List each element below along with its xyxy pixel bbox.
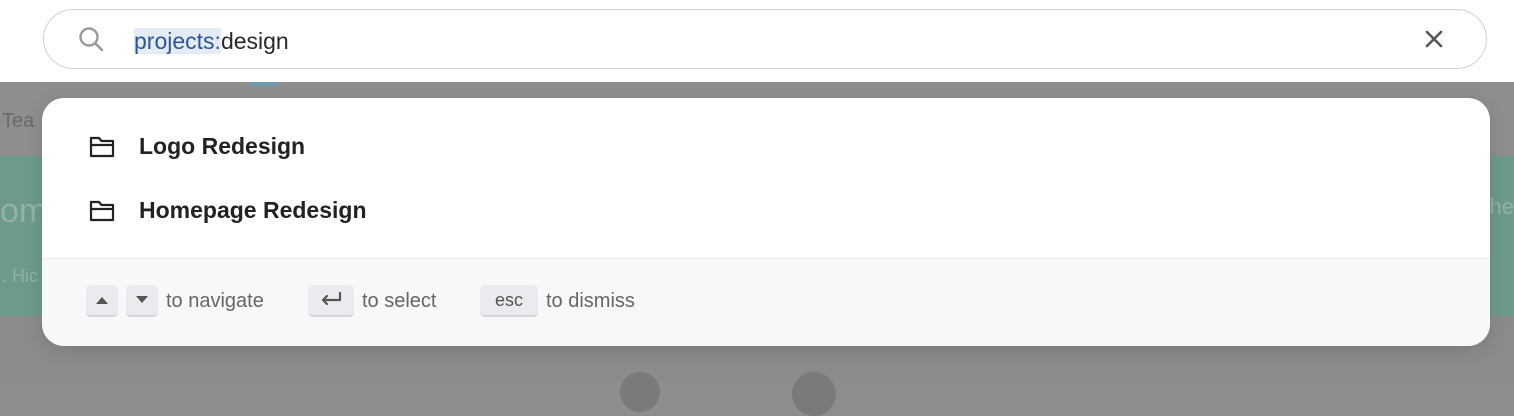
search-filter-token: projects: [134, 28, 221, 54]
search-icon [79, 27, 104, 52]
clear-search-button[interactable] [1422, 27, 1446, 51]
arrow-down-key [126, 285, 158, 317]
search-term: design [220, 28, 289, 54]
folder-icon [89, 200, 115, 222]
dismiss-hint: esc to dismiss [480, 285, 635, 317]
result-item[interactable]: Logo Redesign [42, 119, 1490, 175]
select-hint: to select [308, 285, 436, 317]
result-label: Homepage Redesign [139, 197, 367, 223]
arrow-up-key [86, 285, 118, 317]
arrow-up-icon [96, 297, 108, 304]
background-tab-label: Tea [2, 110, 35, 132]
result-item[interactable]: Homepage Redesign [42, 183, 1490, 239]
background-avatar [620, 372, 660, 412]
arrow-down-icon [136, 296, 148, 303]
search-results-dropdown: Logo Redesign Homepage Redesign to navig… [42, 98, 1490, 346]
navigate-label: to navigate [166, 289, 264, 312]
search-input[interactable]: projects:design [134, 28, 289, 55]
enter-key [308, 285, 354, 317]
search-bar[interactable]: projects:design [43, 9, 1487, 69]
esc-key: esc [480, 285, 538, 317]
background-banner-title: om [0, 192, 48, 230]
background-tab-indicator [250, 82, 278, 86]
folder-icon [89, 136, 115, 158]
keyboard-hints-footer: to navigate to select esc to dismiss [42, 258, 1490, 346]
navigate-hint: to navigate [86, 285, 264, 317]
enter-icon [321, 291, 342, 306]
background-avatar [792, 372, 836, 416]
background-banner-subtitle: . Hic [2, 266, 38, 286]
select-label: to select [362, 289, 437, 312]
result-label: Logo Redesign [139, 133, 306, 159]
dismiss-label: to dismiss [546, 289, 635, 312]
